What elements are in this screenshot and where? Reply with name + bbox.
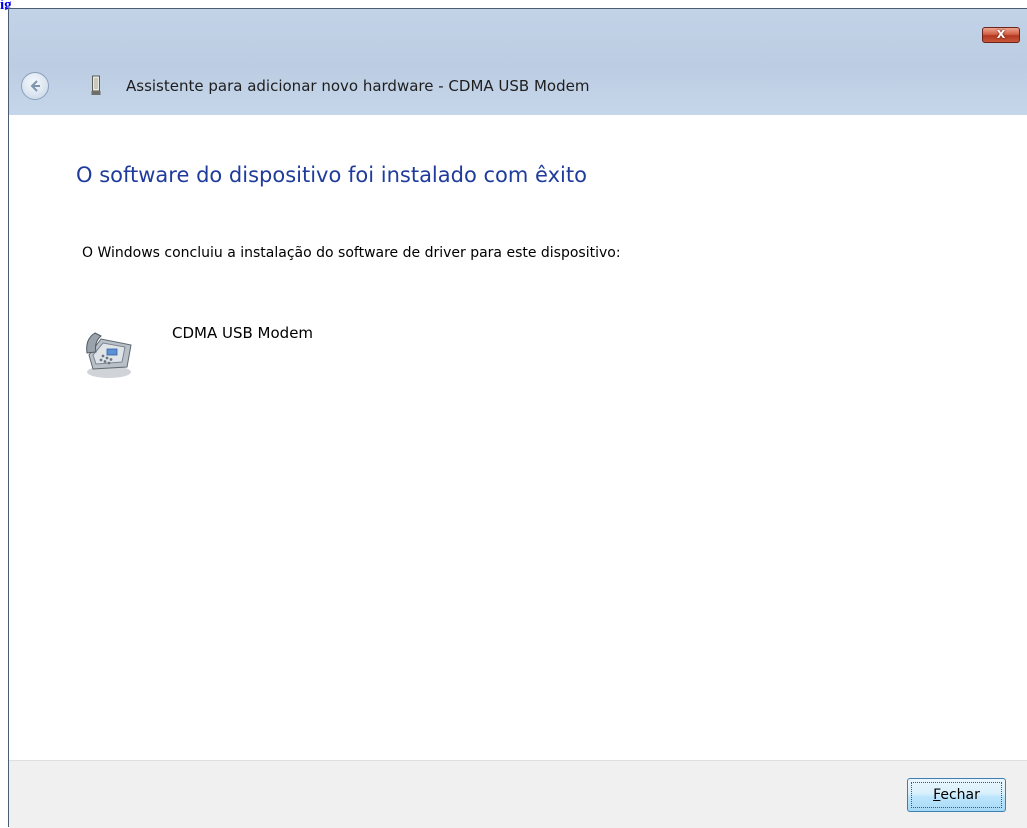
wizard-content: O software do dispositivo foi instalado … xyxy=(9,115,1027,760)
close-wizard-button[interactable]: Fechar xyxy=(907,778,1006,812)
window-title: Assistente para adicionar novo hardware … xyxy=(126,77,590,95)
back-arrow-icon xyxy=(30,80,40,92)
phone-modem-icon xyxy=(86,332,132,378)
close-icon: X xyxy=(996,28,1006,41)
back-button[interactable] xyxy=(21,72,49,100)
device-name: CDMA USB Modem xyxy=(172,324,314,342)
close-button-label: echar xyxy=(940,787,980,803)
window-title-bar xyxy=(9,9,1027,115)
wizard-window: X Assistente para adicionar novo hardwar… xyxy=(8,8,1027,828)
wizard-footer: Fechar xyxy=(9,760,1027,828)
page-heading: O software do dispositivo foi instalado … xyxy=(76,163,587,187)
usb-device-icon xyxy=(91,75,101,95)
completion-message: O Windows concluiu a instalação do softw… xyxy=(82,245,621,261)
window-close-button[interactable]: X xyxy=(982,27,1020,43)
